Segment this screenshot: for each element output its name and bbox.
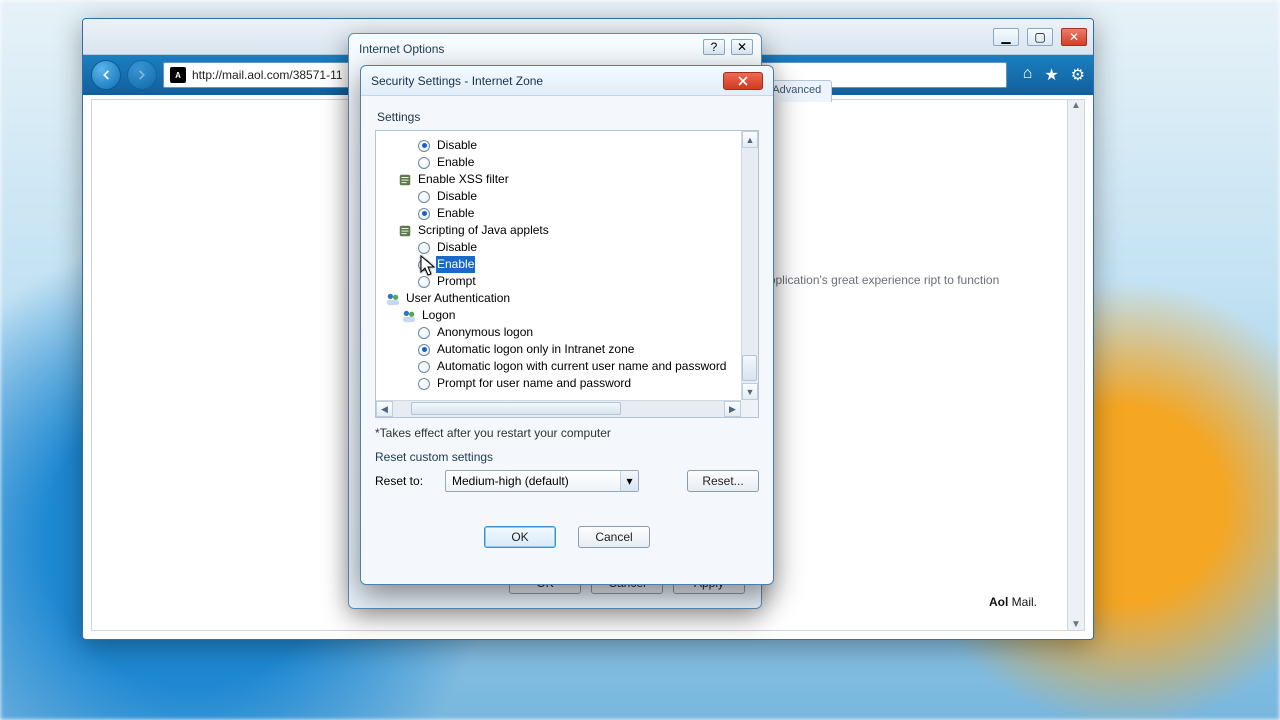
scroll-up-icon[interactable]: ▲ bbox=[1068, 100, 1084, 111]
internet-options-title: Internet Options bbox=[359, 42, 444, 56]
radio-java-enable[interactable] bbox=[418, 259, 430, 271]
scroll-down-icon[interactable]: ▼ bbox=[1068, 619, 1084, 630]
users-icon bbox=[386, 292, 400, 306]
page-vertical-scrollbar[interactable]: ▲ ▼ bbox=[1067, 100, 1084, 630]
settings-tree: Disable Enable Enable XSS filter Disable… bbox=[375, 130, 759, 418]
scroll-right-icon[interactable]: ▶ bbox=[724, 401, 741, 417]
category-label: Enable XSS filter bbox=[418, 171, 509, 188]
nav-back-button[interactable] bbox=[91, 60, 121, 90]
option-label[interactable]: Disable bbox=[436, 239, 478, 256]
internet-options-close-button[interactable]: ✕ bbox=[731, 39, 753, 55]
radio-dot-icon bbox=[422, 143, 427, 148]
aol-logo-light: Mail. bbox=[1008, 595, 1037, 609]
nav-forward-button[interactable] bbox=[127, 60, 157, 90]
tree-vertical-scrollbar[interactable]: ▲ ▼ bbox=[741, 131, 758, 400]
option-label[interactable]: Prompt bbox=[436, 273, 477, 290]
radio-logon-current[interactable] bbox=[418, 361, 430, 373]
radio-xss-enable[interactable] bbox=[418, 208, 430, 220]
radio-java-disable[interactable] bbox=[418, 242, 430, 254]
tools-gear-icon[interactable]: ⚙ bbox=[1071, 65, 1085, 85]
aol-logo-bold: Aol bbox=[989, 595, 1008, 609]
ok-button[interactable]: OK bbox=[484, 526, 556, 548]
radio-logon-anon[interactable] bbox=[418, 327, 430, 339]
option-label[interactable]: Anonymous logon bbox=[436, 324, 534, 341]
reset-level-value: Medium-high (default) bbox=[452, 474, 569, 488]
radio-top-disable[interactable] bbox=[418, 140, 430, 152]
scrollbar-thumb[interactable] bbox=[411, 402, 621, 415]
category-label: Logon bbox=[422, 307, 455, 324]
option-label[interactable]: Disable bbox=[436, 188, 478, 205]
home-icon[interactable]: ⌂ bbox=[1023, 65, 1033, 85]
internet-options-help-button[interactable]: ? bbox=[703, 39, 725, 55]
address-bar-text: http://mail.aol.com/38571-11 bbox=[192, 68, 343, 82]
radio-logon-intranet[interactable] bbox=[418, 344, 430, 356]
reset-button[interactable]: Reset... bbox=[687, 470, 759, 492]
reset-section-label: Reset custom settings bbox=[375, 450, 759, 464]
category-user-auth: User Authentication bbox=[386, 290, 737, 307]
users-icon bbox=[402, 309, 416, 323]
cancel-button[interactable]: Cancel bbox=[578, 526, 650, 548]
security-settings-dialog: Security Settings - Internet Zone Settin… bbox=[360, 65, 774, 585]
favorites-icon[interactable]: ★ bbox=[1044, 65, 1058, 85]
option-label[interactable]: Automatic logon only in Intranet zone bbox=[436, 341, 635, 358]
radio-logon-prompt[interactable] bbox=[418, 378, 430, 390]
option-label-selected[interactable]: Enable bbox=[436, 256, 475, 273]
reset-to-label: Reset to: bbox=[375, 474, 431, 488]
aol-mail-logo: Aol Mail. bbox=[989, 580, 1037, 614]
dialog-close-button[interactable] bbox=[723, 72, 763, 90]
dialog-title-text: Security Settings - Internet Zone bbox=[371, 74, 543, 88]
settings-section-label: Settings bbox=[377, 110, 757, 124]
option-label[interactable]: Enable bbox=[436, 154, 475, 171]
radio-dot-icon bbox=[422, 211, 427, 216]
scroll-left-icon[interactable]: ◀ bbox=[376, 401, 393, 417]
restart-note: *Takes effect after you restart your com… bbox=[375, 426, 759, 440]
radio-dot-icon bbox=[422, 347, 427, 352]
category-xss-filter: Enable XSS filter bbox=[398, 171, 737, 188]
radio-xss-disable[interactable] bbox=[418, 191, 430, 203]
tree-horizontal-scrollbar[interactable]: ◀ ▶ bbox=[376, 400, 741, 417]
radio-java-prompt[interactable] bbox=[418, 276, 430, 288]
option-label[interactable]: Enable bbox=[436, 205, 475, 222]
reset-level-select[interactable]: Medium-high (default) ▾ bbox=[445, 470, 639, 492]
browser-minimize-button[interactable]: ▁ bbox=[993, 28, 1019, 46]
browser-close-button[interactable]: ✕ bbox=[1061, 28, 1087, 46]
category-label: User Authentication bbox=[406, 290, 510, 307]
radio-top-enable[interactable] bbox=[418, 157, 430, 169]
scroll-icon bbox=[398, 173, 412, 187]
category-label: Scripting of Java applets bbox=[418, 222, 549, 239]
scroll-up-icon[interactable]: ▲ bbox=[742, 131, 758, 148]
scrollbar-thumb[interactable] bbox=[742, 355, 757, 381]
scroll-down-icon[interactable]: ▼ bbox=[742, 383, 758, 400]
option-label[interactable]: Prompt for user name and password bbox=[436, 375, 632, 392]
category-java-scripting: Scripting of Java applets bbox=[398, 222, 737, 239]
scroll-icon bbox=[398, 224, 412, 238]
option-label[interactable]: Disable bbox=[436, 137, 478, 154]
option-label[interactable]: Automatic logon with current user name a… bbox=[436, 358, 727, 375]
aol-favicon-icon: A bbox=[170, 67, 186, 83]
chevron-down-icon: ▾ bbox=[620, 471, 638, 491]
subcategory-logon: Logon bbox=[402, 307, 737, 324]
browser-maximize-button[interactable]: ▢ bbox=[1027, 28, 1053, 46]
dialog-titlebar: Security Settings - Internet Zone bbox=[361, 66, 773, 96]
